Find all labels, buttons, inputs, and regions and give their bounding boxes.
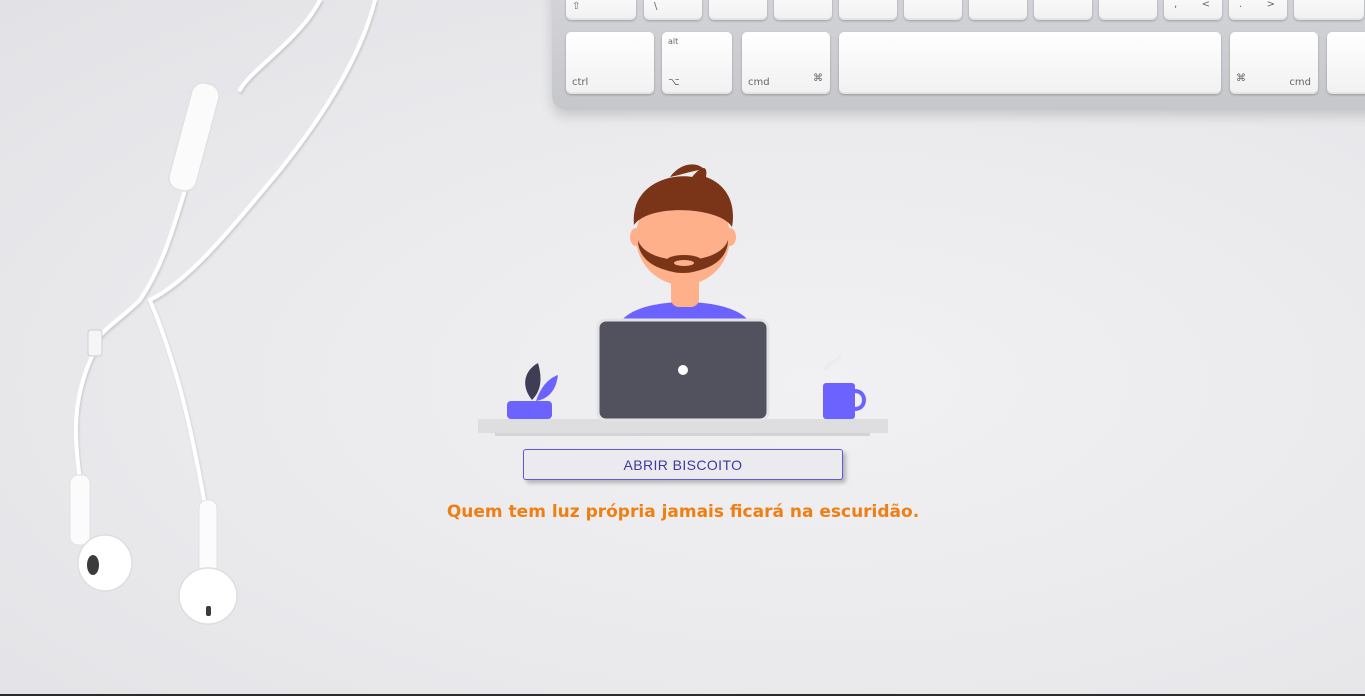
keyboard-key (1034, 0, 1092, 20)
option-symbol: ⌥ (668, 77, 680, 88)
keyboard-key (774, 0, 832, 20)
cmd-right-symbol: ⌘ (1236, 73, 1246, 84)
cmd-right-key: ⌘ cmd (1230, 32, 1318, 94)
period-symbol: . (1239, 0, 1243, 10)
alt-key: alt ⌥ (662, 32, 732, 94)
spacebar-key (839, 32, 1221, 94)
desk-shadow (495, 433, 870, 436)
fortune-message: Quem tem luz própria jamais ficará na es… (446, 502, 920, 522)
keyboard-key (839, 0, 897, 20)
cmd-left-key: cmd ⌘ (742, 32, 830, 94)
alt-label: alt (668, 37, 679, 46)
keyboard-key (969, 0, 1027, 20)
keyboard-key (709, 0, 767, 20)
plant-icon (507, 363, 558, 419)
shift-symbol: ⇧ (572, 1, 581, 12)
keyboard-key (1294, 0, 1364, 20)
coffee-mug-icon (823, 354, 866, 419)
ctrl-label: ctrl (572, 77, 589, 88)
keyboard-key (904, 0, 962, 20)
cmd-left-symbol: ⌘ (813, 73, 823, 84)
man-at-laptop-illustration (478, 164, 888, 436)
keyboard-key: . > (1229, 0, 1287, 20)
keyboard-key (1099, 0, 1157, 20)
ctrl-key: ctrl (566, 32, 654, 94)
man-mouth (674, 260, 694, 266)
laptop-logo (678, 365, 688, 375)
keyboard-image: ⇧ \ , < . > ctrl alt ⌥ cmd ⌘ ⌘ cmd (552, 0, 1365, 110)
keyboard-key: ⇧ (566, 0, 636, 20)
keyboard-key: , < (1164, 0, 1222, 20)
comma-symbol: , (1174, 0, 1178, 10)
cmd-left-label: cmd (748, 77, 770, 88)
greater-than-symbol: > (1266, 0, 1275, 10)
open-cookie-button[interactable]: ABRIR BISCOITO (523, 449, 843, 480)
backslash-symbol: \ (654, 1, 658, 12)
earphones-image (69, 0, 377, 625)
less-than-symbol: < (1201, 0, 1210, 10)
keyboard-key: \ (644, 0, 702, 20)
alt-right-key (1327, 32, 1365, 94)
cmd-right-label: cmd (1289, 77, 1311, 88)
